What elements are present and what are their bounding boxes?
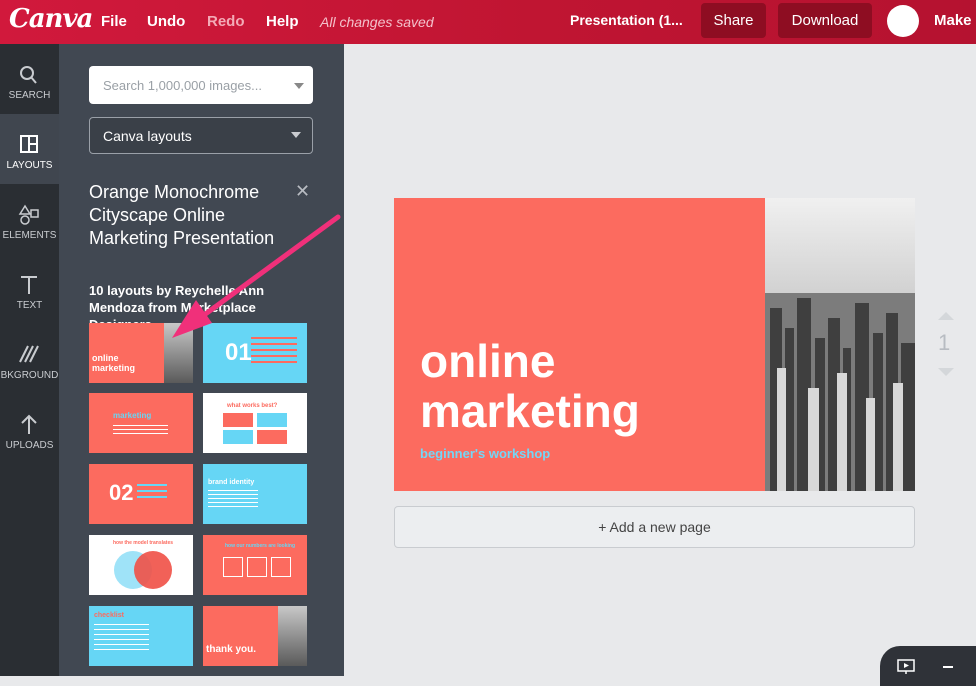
layout-thumbnail[interactable]: what works best? xyxy=(203,393,307,453)
layouts-panel: Search 1,000,000 images... Canva layouts… xyxy=(59,44,344,676)
nav-text[interactable]: TEXT xyxy=(0,254,59,324)
save-status: All changes saved xyxy=(320,14,434,30)
chevron-down-icon[interactable] xyxy=(294,83,304,89)
thumb-lines xyxy=(137,484,167,502)
magnifier-icon xyxy=(20,66,37,84)
thumb-box xyxy=(257,413,287,427)
thumb-text: online marketing xyxy=(92,353,136,373)
thumb-lines xyxy=(208,490,258,510)
slide-headline-line2[interactable]: marketing xyxy=(420,388,640,434)
layout-thumbnail[interactable]: 01 xyxy=(203,323,307,383)
bottom-toolbar xyxy=(880,646,976,686)
layout-thumbnail[interactable]: thank you. xyxy=(203,606,307,666)
thumb-text: how the model translates xyxy=(113,540,174,546)
layout-icon xyxy=(20,135,38,153)
search-input[interactable]: Search 1,000,000 images... xyxy=(89,66,313,104)
share-button[interactable]: Share xyxy=(701,3,766,38)
make-public-button[interactable]: Make xyxy=(934,12,972,29)
avatar[interactable] xyxy=(887,5,919,37)
slide-subtitle[interactable]: beginner's workshop xyxy=(420,446,550,461)
thumb-lines xyxy=(251,337,297,363)
slide-page[interactable]: online marketing beginner's workshop xyxy=(394,198,915,491)
download-button[interactable]: Download xyxy=(778,3,872,38)
thumb-box xyxy=(223,413,253,427)
top-bar: Canva File Undo Redo Help All changes sa… xyxy=(0,0,976,44)
nav-layouts[interactable]: LAYOUTS xyxy=(0,114,59,184)
page-number: 1 xyxy=(938,330,951,355)
layout-thumbnail[interactable]: marketing xyxy=(89,393,193,453)
thumb-lines xyxy=(94,624,149,654)
thumb-text: brand identity xyxy=(208,479,255,486)
thumb-text: 01 xyxy=(225,339,252,366)
nav-elements[interactable]: ELEMENTS xyxy=(0,184,59,254)
presentation-title[interactable]: Presentation (1... xyxy=(570,12,683,28)
layout-thumbnail[interactable]: 02 xyxy=(89,464,193,524)
nav-uploads[interactable]: UPLOADS xyxy=(0,394,59,464)
nav-label: SEARCH xyxy=(8,90,51,101)
template-title: Orange Monochrome Cityscape Online Marke… xyxy=(89,182,275,248)
layout-thumbnail[interactable]: checklist xyxy=(89,606,193,666)
nav-label: TEXT xyxy=(16,300,43,311)
help-menu[interactable]: Help xyxy=(266,13,299,30)
undo-button[interactable]: Undo xyxy=(147,13,185,30)
chevron-down-icon[interactable] xyxy=(938,368,954,376)
venn-circle xyxy=(134,551,172,589)
left-nav: SEARCH LAYOUTS ELEMENTS TEXT BKGROUND UP… xyxy=(0,44,59,676)
thumb-text: 02 xyxy=(109,480,134,505)
nav-label: LAYOUTS xyxy=(6,160,53,171)
layouts-dropdown[interactable]: Canva layouts xyxy=(89,117,313,154)
nav-label: ELEMENTS xyxy=(2,230,57,241)
layout-thumbnail[interactable]: how the model translates xyxy=(89,535,193,595)
nav-label: UPLOADS xyxy=(5,440,54,451)
city-photo xyxy=(278,606,307,666)
layout-thumbnail[interactable]: brand identity xyxy=(203,464,307,524)
thumb-box xyxy=(257,430,287,444)
close-icon[interactable]: ✕ xyxy=(295,181,310,202)
chevron-down-icon xyxy=(291,132,301,138)
layout-thumbnail[interactable]: online marketing xyxy=(89,323,193,383)
present-icon[interactable] xyxy=(897,659,915,675)
search-placeholder: Search 1,000,000 images... xyxy=(103,78,262,93)
stat-box xyxy=(271,557,291,577)
thumb-lines xyxy=(113,425,168,437)
redo-button[interactable]: Redo xyxy=(207,13,245,30)
slide-headline-line1[interactable]: online xyxy=(420,338,555,384)
stat-box xyxy=(223,557,243,577)
nav-search[interactable]: SEARCH xyxy=(0,44,59,114)
nav-background[interactable]: BKGROUND xyxy=(0,324,59,394)
thumb-text: marketing xyxy=(113,411,152,420)
nav-label: BKGROUND xyxy=(0,370,59,381)
cityscape-photo[interactable] xyxy=(765,198,915,491)
canva-logo[interactable]: Canva xyxy=(9,4,93,34)
add-page-button[interactable]: + Add a new page xyxy=(394,506,915,548)
dropdown-value: Canva layouts xyxy=(103,128,192,144)
thumb-text: how our numbers are looking xyxy=(225,543,296,549)
background-icon xyxy=(19,345,39,363)
thumb-text: checklist xyxy=(94,612,124,619)
thumb-text: thank you. xyxy=(206,644,257,655)
city-photo xyxy=(164,323,193,383)
shapes-icon xyxy=(18,204,39,225)
file-menu[interactable]: File xyxy=(101,13,127,30)
layout-thumbnail[interactable]: how our numbers are looking xyxy=(203,535,307,595)
zoom-out-icon[interactable] xyxy=(943,666,953,668)
text-icon xyxy=(21,276,37,294)
stat-box xyxy=(247,557,267,577)
upload-arrow-icon xyxy=(21,414,37,434)
chevron-up-icon[interactable] xyxy=(938,312,954,320)
thumb-box xyxy=(223,430,253,444)
thumb-text: what works best? xyxy=(227,403,278,409)
